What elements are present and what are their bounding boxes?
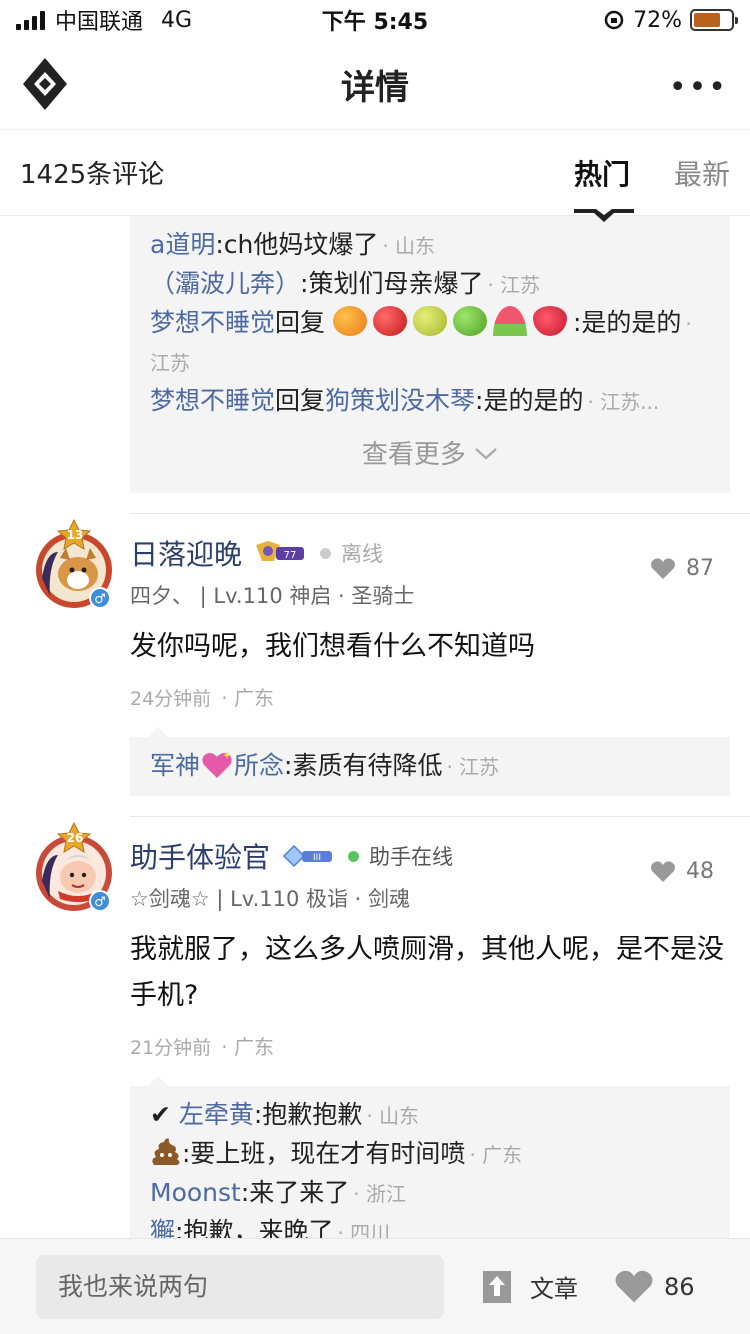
reply-username[interactable]: 所念: [234, 751, 284, 780]
like-count: 87: [686, 556, 714, 581]
user-status: 离线: [341, 542, 384, 566]
carrier-label: 中国联通: [55, 10, 144, 35]
reply-thread: a道明:ch他妈坟爆了 · 山东 （灞波儿奔）:策划们母亲爆了 · 江苏 梦想不睡觉…: [130, 216, 730, 493]
tab-indicator-icon: [573, 208, 634, 222]
user-rank: ☆剑魂☆ | Lv.110 极诣 · 剑魂: [130, 887, 411, 911]
reply-thread: ✔ 左牵黄:抱歉抱歉 · 山东 :要上班，现在才有时间喷 · 广东 Moonst:来…: [130, 1076, 730, 1238]
reply-line[interactable]: Moonst:来了来了 · 浙江: [150, 1174, 710, 1213]
more-options-icon[interactable]: •••: [669, 70, 728, 105]
level-badge-icon: III: [282, 844, 333, 868]
comment-count: 1425条评论: [20, 160, 165, 190]
comment-location: · 广东: [221, 1035, 274, 1059]
status-dot: [320, 547, 332, 559]
reply-username[interactable]: （灞波儿奔）: [150, 269, 300, 298]
page-title: 详情: [341, 68, 409, 108]
tab-hot[interactable]: 热门: [573, 153, 634, 222]
reply-username[interactable]: 左牵黄: [179, 1100, 254, 1129]
reply-line[interactable]: 獬:抱歉，来晚了 · 四川: [150, 1213, 710, 1238]
nav-bar: 详情 •••: [0, 40, 750, 130]
reply-line[interactable]: 梦想不睡觉回复 :是的是的 · 江苏: [150, 304, 710, 382]
article-label: 文章: [530, 1275, 578, 1303]
reply-thread: 军神 所念:素质有待降低 · 江苏: [130, 727, 730, 796]
comment-item: ♂ 13 日落迎晚 77 离线 四夕、 | Lv.110 神启 · 圣骑士 87…: [0, 514, 750, 796]
svg-text:77: 77: [284, 550, 297, 561]
apple-emoji-icon: [372, 306, 407, 336]
reply-username[interactable]: 梦想不睡觉: [150, 386, 275, 415]
comment-time: 24分钟前: [130, 688, 212, 710]
poop-emoji-icon: [152, 1138, 180, 1165]
tab-newest[interactable]: 最新: [674, 153, 730, 193]
reply-username[interactable]: 梦想不睡觉: [150, 308, 275, 337]
pear-emoji-icon: [412, 306, 447, 336]
avatar-level: 13: [67, 528, 84, 542]
sparkle-heart-emoji-icon: [202, 751, 232, 778]
comment-location: · 广东: [221, 686, 274, 710]
level-badge-icon: 77: [256, 541, 305, 561]
app-logo-icon[interactable]: [20, 56, 70, 112]
comments-header: 1425条评论 热门 最新: [0, 130, 750, 222]
comment-input[interactable]: [36, 1254, 444, 1319]
reply-username[interactable]: 军神: [150, 751, 200, 780]
bottom-bar: 文章 86: [0, 1238, 750, 1334]
share-upload-icon: [483, 1270, 511, 1303]
comment-username[interactable]: 助手体验官: [130, 836, 270, 876]
status-dot: [348, 850, 360, 862]
svg-text:♂: ♂: [94, 895, 106, 910]
signal-icon: [16, 10, 45, 30]
orientation-lock-icon: [604, 10, 624, 30]
comment-time: 21分钟前: [130, 1037, 212, 1059]
svg-text:♂: ♂: [94, 592, 106, 607]
like-count: 48: [686, 859, 714, 884]
reply-username[interactable]: Moonst: [150, 1178, 241, 1207]
reply-username[interactable]: 獬: [150, 1217, 175, 1238]
battery-icon: [690, 9, 738, 31]
checkmark-icon: ✔: [150, 1100, 171, 1129]
heart-icon: [615, 1270, 653, 1302]
user-rank: 四夕、 | Lv.110 神启 · 圣骑士: [130, 584, 415, 608]
post-like-button[interactable]: 86: [614, 1269, 695, 1305]
comment-meta: 21分钟前 · 广东: [130, 1031, 730, 1060]
strawberry-emoji-icon: [532, 306, 567, 336]
see-more-button[interactable]: 查看更多: [150, 431, 710, 479]
orange-emoji-icon: [332, 306, 367, 336]
reply-target[interactable]: 狗策划没木琴: [325, 386, 475, 415]
comment-meta: 24分钟前 · 广东: [130, 682, 730, 711]
reply-line[interactable]: a道明:ch他妈坟爆了 · 山东: [150, 226, 710, 265]
avatar-level: 26: [67, 831, 84, 845]
comment-content[interactable]: 发你吗呢，我们想看什么不知道吗: [130, 624, 730, 670]
network-label: 4G: [161, 7, 193, 33]
comment-content[interactable]: 我就服了，这么多人喷厕滑，其他人呢，是不是没手机?: [130, 927, 730, 1019]
reply-line[interactable]: ✔ 左牵黄:抱歉抱歉 · 山东: [150, 1096, 710, 1135]
comment-item: ♂ 26 助手体验官 III 助手在线 ☆剑魂☆ | Lv.110 极诣 · 剑…: [0, 817, 750, 1238]
chevron-down-icon: [475, 448, 497, 460]
user-status: 助手在线: [369, 845, 454, 869]
battery-percent: 72%: [633, 7, 682, 33]
svg-text:III: III: [313, 853, 321, 863]
reply-line[interactable]: :要上班，现在才有时间喷 · 广东: [150, 1135, 710, 1174]
status-bar: 中国联通 4G 下午 5:45 72%: [0, 0, 750, 40]
like-button[interactable]: 48: [650, 859, 714, 884]
article-button[interactable]: 文章: [482, 1269, 578, 1304]
watermelon-emoji-icon: [492, 306, 527, 336]
heart-icon: [651, 860, 675, 882]
like-button[interactable]: 87: [650, 556, 714, 581]
reply-line[interactable]: 梦想不睡觉回复狗策划没木琴:是的是的 · 江苏...: [150, 382, 710, 421]
reply-username[interactable]: a道明: [150, 230, 215, 259]
comment-list[interactable]: a道明:ch他妈坟爆了 · 山东 （灞波儿奔）:策划们母亲爆了 · 江苏 梦想不睡觉…: [0, 216, 750, 1238]
green-apple-emoji-icon: [452, 306, 487, 336]
comment-username[interactable]: 日落迎晚: [130, 533, 242, 573]
reply-line[interactable]: （灞波儿奔）:策划们母亲爆了 · 江苏: [150, 265, 710, 304]
heart-icon: [651, 557, 675, 579]
reply-line[interactable]: 军神 所念:素质有待降低 · 江苏: [150, 747, 710, 786]
post-like-count: 86: [664, 1272, 695, 1301]
